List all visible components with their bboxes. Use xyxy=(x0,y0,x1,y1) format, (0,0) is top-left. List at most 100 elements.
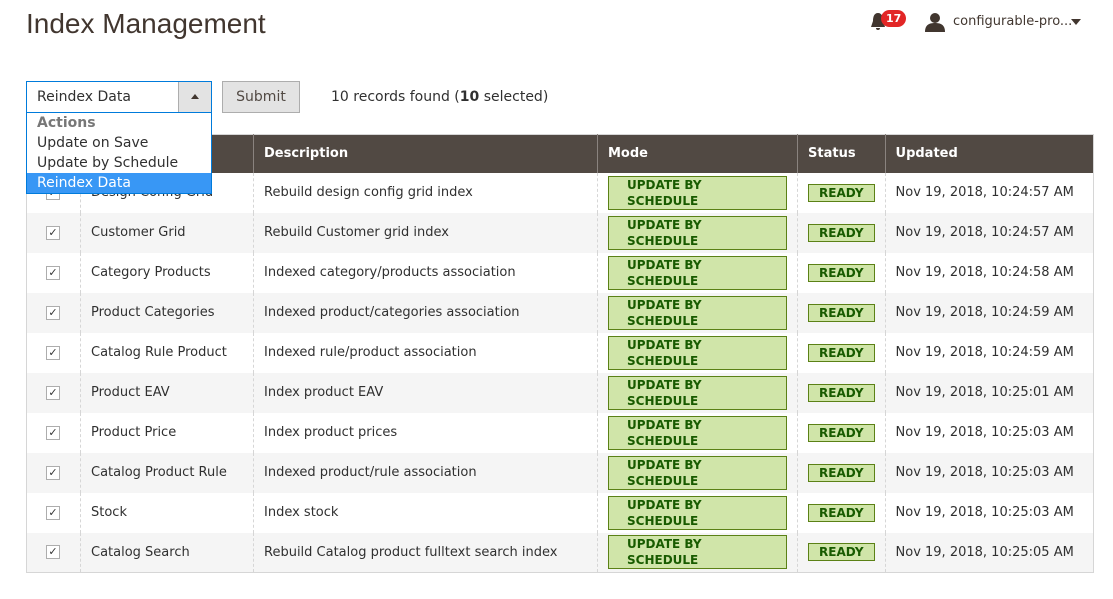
status-cell: READY xyxy=(797,532,886,573)
row-checkbox-cell[interactable]: ✓ xyxy=(26,452,81,493)
row-checkbox-cell[interactable]: ✓ xyxy=(27,333,81,373)
table-row[interactable]: ✓ Catalog Search Rebuild Catalog product… xyxy=(26,532,1094,573)
indexer-name: Catalog Product Rule xyxy=(80,452,254,493)
status-badge: READY xyxy=(808,383,875,402)
row-checkbox[interactable]: ✓ xyxy=(46,425,60,440)
mode-badge: UPDATE BY SCHEDULE xyxy=(608,335,787,370)
row-checkbox-cell[interactable]: ✓ xyxy=(26,532,81,573)
row-checkbox[interactable]: ✓ xyxy=(46,225,60,240)
indexer-name: Product Categories xyxy=(80,292,254,333)
selected-count: 10 xyxy=(459,89,480,105)
notification-count[interactable]: 17 xyxy=(881,10,907,27)
updated-time: Nov 19, 2018, 10:25:03 AM xyxy=(884,412,1094,453)
status-cell: READY xyxy=(797,412,886,453)
updated-time: Nov 19, 2018, 10:24:58 AM xyxy=(884,252,1094,293)
row-checkbox[interactable]: ✓ xyxy=(46,505,60,520)
option-update-by-schedule[interactable]: Update by Schedule xyxy=(27,153,211,173)
row-checkbox[interactable]: ✓ xyxy=(46,545,60,560)
status-badge: READY xyxy=(808,263,875,282)
table-row[interactable]: ✓ Customer Grid Rebuild Customer grid in… xyxy=(26,212,1094,253)
chevron-up-icon xyxy=(191,94,199,99)
row-checkbox[interactable]: ✓ xyxy=(46,265,60,280)
row-checkbox-cell[interactable]: ✓ xyxy=(26,372,81,413)
status-cell: READY xyxy=(797,172,886,213)
status-cell: READY xyxy=(797,492,886,533)
updated-time: Nov 19, 2018, 10:25:03 AM xyxy=(884,452,1094,493)
chevron-down-icon[interactable] xyxy=(1071,19,1081,25)
table-row[interactable]: ✓ Category Products Indexed category/pro… xyxy=(27,252,1094,293)
col-status[interactable]: Status xyxy=(797,134,886,173)
row-checkbox-cell[interactable]: ✓ xyxy=(27,413,81,453)
col-mode[interactable]: Mode xyxy=(597,134,798,173)
row-checkbox-cell[interactable]: ✓ xyxy=(27,253,81,293)
mode-badge: UPDATE BY SCHEDULE xyxy=(608,255,787,290)
mode-badge: UPDATE BY SCHEDULE xyxy=(608,295,787,330)
indexer-description: Indexed product/rule association xyxy=(253,452,598,493)
row-checkbox[interactable]: ✓ xyxy=(46,465,60,480)
indexer-name: Product EAV xyxy=(80,372,254,413)
records-suffix: selected) xyxy=(479,89,549,105)
status-badge: READY xyxy=(808,303,875,322)
index-grid: Indexer Description Mode Status Updated … xyxy=(26,134,1094,573)
row-checkbox[interactable]: ✓ xyxy=(46,305,60,320)
table-row[interactable]: ✓ Stock Index stock UPDATE BY SCHEDULE R… xyxy=(27,492,1094,533)
updated-time: Nov 19, 2018, 10:25:01 AM xyxy=(884,372,1094,413)
selected-action: Reindex Data xyxy=(37,89,131,105)
mode-cell: UPDATE BY SCHEDULE xyxy=(597,372,798,413)
indexer-name: Product Price xyxy=(80,412,254,453)
indexer-description: Index product EAV xyxy=(253,372,598,413)
indexer-name: Category Products xyxy=(80,252,254,293)
mode-cell: UPDATE BY SCHEDULE xyxy=(597,492,798,533)
status-badge: READY xyxy=(808,543,875,562)
records-prefix: 10 records found ( xyxy=(331,89,460,105)
row-checkbox-cell[interactable]: ✓ xyxy=(26,212,81,253)
updated-time: Nov 19, 2018, 10:25:03 AM xyxy=(884,492,1094,533)
updated-time: Nov 19, 2018, 10:25:05 AM xyxy=(884,532,1094,573)
mode-cell: UPDATE BY SCHEDULE xyxy=(597,212,798,253)
mode-cell: UPDATE BY SCHEDULE xyxy=(597,412,798,453)
table-row[interactable]: ✓ Catalog Product Rule Indexed product/r… xyxy=(26,452,1094,493)
status-cell: READY xyxy=(797,372,886,413)
indexer-description: Index product prices xyxy=(253,412,598,453)
status-badge: READY xyxy=(808,223,875,242)
col-description[interactable]: Description xyxy=(253,134,598,173)
table-row[interactable]: ✓ Product Price Index product prices UPD… xyxy=(27,412,1094,453)
col-updated[interactable]: Updated xyxy=(884,134,1094,173)
row-checkbox-cell[interactable]: ✓ xyxy=(26,292,81,333)
indexer-description: Indexed product/categories association xyxy=(253,292,598,333)
user-icon[interactable] xyxy=(925,12,945,32)
updated-time: Nov 19, 2018, 10:24:59 AM xyxy=(884,292,1094,333)
option-group-label: Actions xyxy=(37,115,96,131)
user-name[interactable]: configurable-pro... xyxy=(953,14,1072,29)
status-cell: READY xyxy=(797,212,886,253)
status-badge: READY xyxy=(808,463,875,482)
table-row[interactable]: ✓ Product Categories Indexed product/cat… xyxy=(26,292,1094,333)
table-row[interactable]: ✓ Product EAV Index product EAV UPDATE B… xyxy=(26,372,1094,413)
mode-cell: UPDATE BY SCHEDULE xyxy=(597,452,798,493)
status-cell: READY xyxy=(797,332,886,373)
mode-badge: UPDATE BY SCHEDULE xyxy=(608,535,787,570)
indexer-description: Rebuild Catalog product fulltext search … xyxy=(253,532,598,573)
indexer-description: Index stock xyxy=(253,492,598,533)
option-update-on-save[interactable]: Update on Save xyxy=(27,133,211,153)
submit-button[interactable]: Submit xyxy=(222,81,300,113)
mode-badge: UPDATE BY SCHEDULE xyxy=(608,215,787,250)
mode-cell: UPDATE BY SCHEDULE xyxy=(597,252,798,293)
row-checkbox[interactable]: ✓ xyxy=(46,345,60,360)
indexer-description: Indexed category/products association xyxy=(253,252,598,293)
mode-badge: UPDATE BY SCHEDULE xyxy=(608,375,787,410)
indexer-description: Rebuild design config grid index xyxy=(253,172,598,213)
row-checkbox[interactable]: ✓ xyxy=(46,385,60,400)
select-toggle[interactable] xyxy=(178,82,211,112)
table-row[interactable]: ✓ Catalog Rule Product Indexed rule/prod… xyxy=(27,332,1094,373)
indexer-name: Catalog Search xyxy=(80,532,254,573)
mode-badge: UPDATE BY SCHEDULE xyxy=(608,175,787,210)
page-title: Index Management xyxy=(26,8,266,39)
status-badge: READY xyxy=(808,423,875,442)
mass-action-select[interactable]: Reindex Data xyxy=(26,81,212,113)
status-cell: READY xyxy=(797,452,886,493)
updated-time: Nov 19, 2018, 10:24:57 AM xyxy=(884,172,1094,213)
mode-cell: UPDATE BY SCHEDULE xyxy=(597,292,798,333)
row-checkbox-cell[interactable]: ✓ xyxy=(27,493,81,533)
option-reindex-data[interactable]: Reindex Data xyxy=(27,173,211,193)
